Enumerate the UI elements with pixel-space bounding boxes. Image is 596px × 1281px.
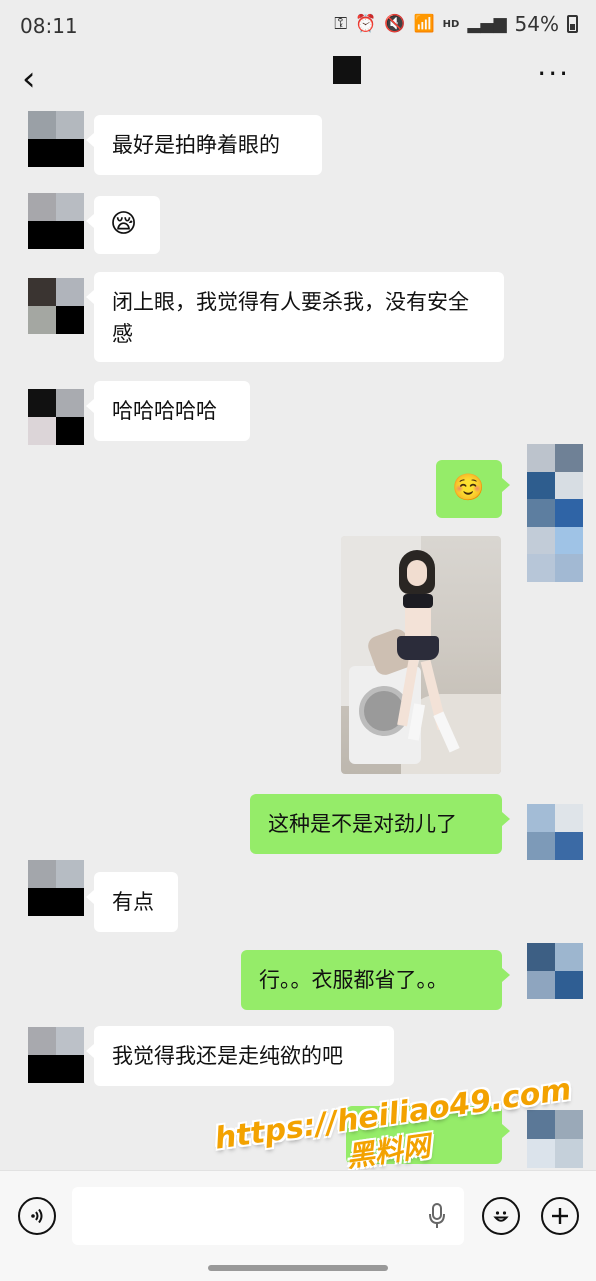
message-bubble[interactable]: 这种是不是对劲儿了: [250, 794, 510, 854]
status-time: 08:11: [20, 14, 78, 38]
avatar[interactable]: [28, 389, 84, 445]
battery-percent: 54%: [514, 12, 559, 36]
emoji-icon[interactable]: [482, 1197, 520, 1235]
hd-label: HD: [442, 18, 460, 30]
more-icon[interactable]: ···: [537, 60, 570, 88]
message-text: 闭上眼，我觉得有人要杀我，没有安全感: [112, 290, 469, 346]
mute-icon: 🔇: [384, 14, 406, 34]
message-bubble[interactable]: 行。。衣服都省了。。: [241, 950, 510, 1010]
message-bubble[interactable]: 闭上眼，我觉得有人要杀我，没有安全感: [86, 272, 504, 362]
status-icons: ⚿ ⏰ 🔇 📶 HD ▂▄▆ 54%: [334, 12, 578, 36]
sleepy-emoji: 😪: [110, 209, 138, 239]
battery-icon: [567, 15, 578, 33]
message-text: 这种是不是对劲儿了: [268, 812, 457, 836]
message-bubble[interactable]: 😪: [86, 196, 160, 254]
image-message[interactable]: [341, 536, 501, 774]
avatar[interactable]: [28, 860, 84, 916]
avatar[interactable]: [527, 444, 583, 582]
alarm-icon: ⏰: [355, 14, 377, 34]
message-bubble[interactable]: 最好是拍睁着眼的: [86, 115, 322, 175]
avatar[interactable]: [527, 804, 583, 860]
avatar[interactable]: [28, 193, 84, 249]
avatar[interactable]: [28, 111, 84, 167]
signal-icon: ▂▄▆: [467, 14, 507, 34]
home-indicator[interactable]: [208, 1265, 388, 1271]
wifi-icon: 📶: [413, 14, 435, 34]
voice-icon[interactable]: [18, 1197, 56, 1235]
mic-icon[interactable]: [428, 1203, 446, 1229]
status-bar: 08:11 ⚿ ⏰ 🔇 📶 HD ▂▄▆ 54%: [0, 0, 596, 56]
message-bubble[interactable]: ☺️: [436, 460, 510, 518]
smiling-emoji: ☺️: [452, 473, 485, 503]
message-text: 有点: [112, 890, 154, 914]
avatar[interactable]: [527, 943, 583, 999]
message-bubble[interactable]: 有点: [86, 872, 178, 932]
plus-icon[interactable]: [541, 1197, 579, 1235]
message-bubble[interactable]: 哈哈哈哈哈: [86, 381, 250, 441]
smile-face-icon: [493, 1211, 509, 1222]
avatar[interactable]: [28, 278, 84, 334]
message-input[interactable]: [72, 1187, 464, 1245]
mic-shape-icon: [429, 1203, 445, 1228]
message-text: 最好是拍睁着眼的: [112, 133, 280, 157]
back-icon[interactable]: ‹: [22, 62, 52, 96]
chat-header: ‹ ···: [0, 56, 596, 106]
chat-title-redacted: [333, 56, 361, 84]
message-text: 行。。衣服都省了。。: [259, 968, 448, 992]
message-text: 哈哈哈哈哈: [112, 399, 217, 423]
avatar[interactable]: [28, 1027, 84, 1083]
message-bubble[interactable]: 我觉得我还是走纯欲的吧: [86, 1026, 394, 1086]
voice-waves-icon: [31, 1208, 43, 1224]
message-text: 我觉得我还是走纯欲的吧: [112, 1044, 343, 1068]
key-icon: ⚿: [334, 14, 348, 34]
plus-shape-icon: [552, 1208, 568, 1224]
